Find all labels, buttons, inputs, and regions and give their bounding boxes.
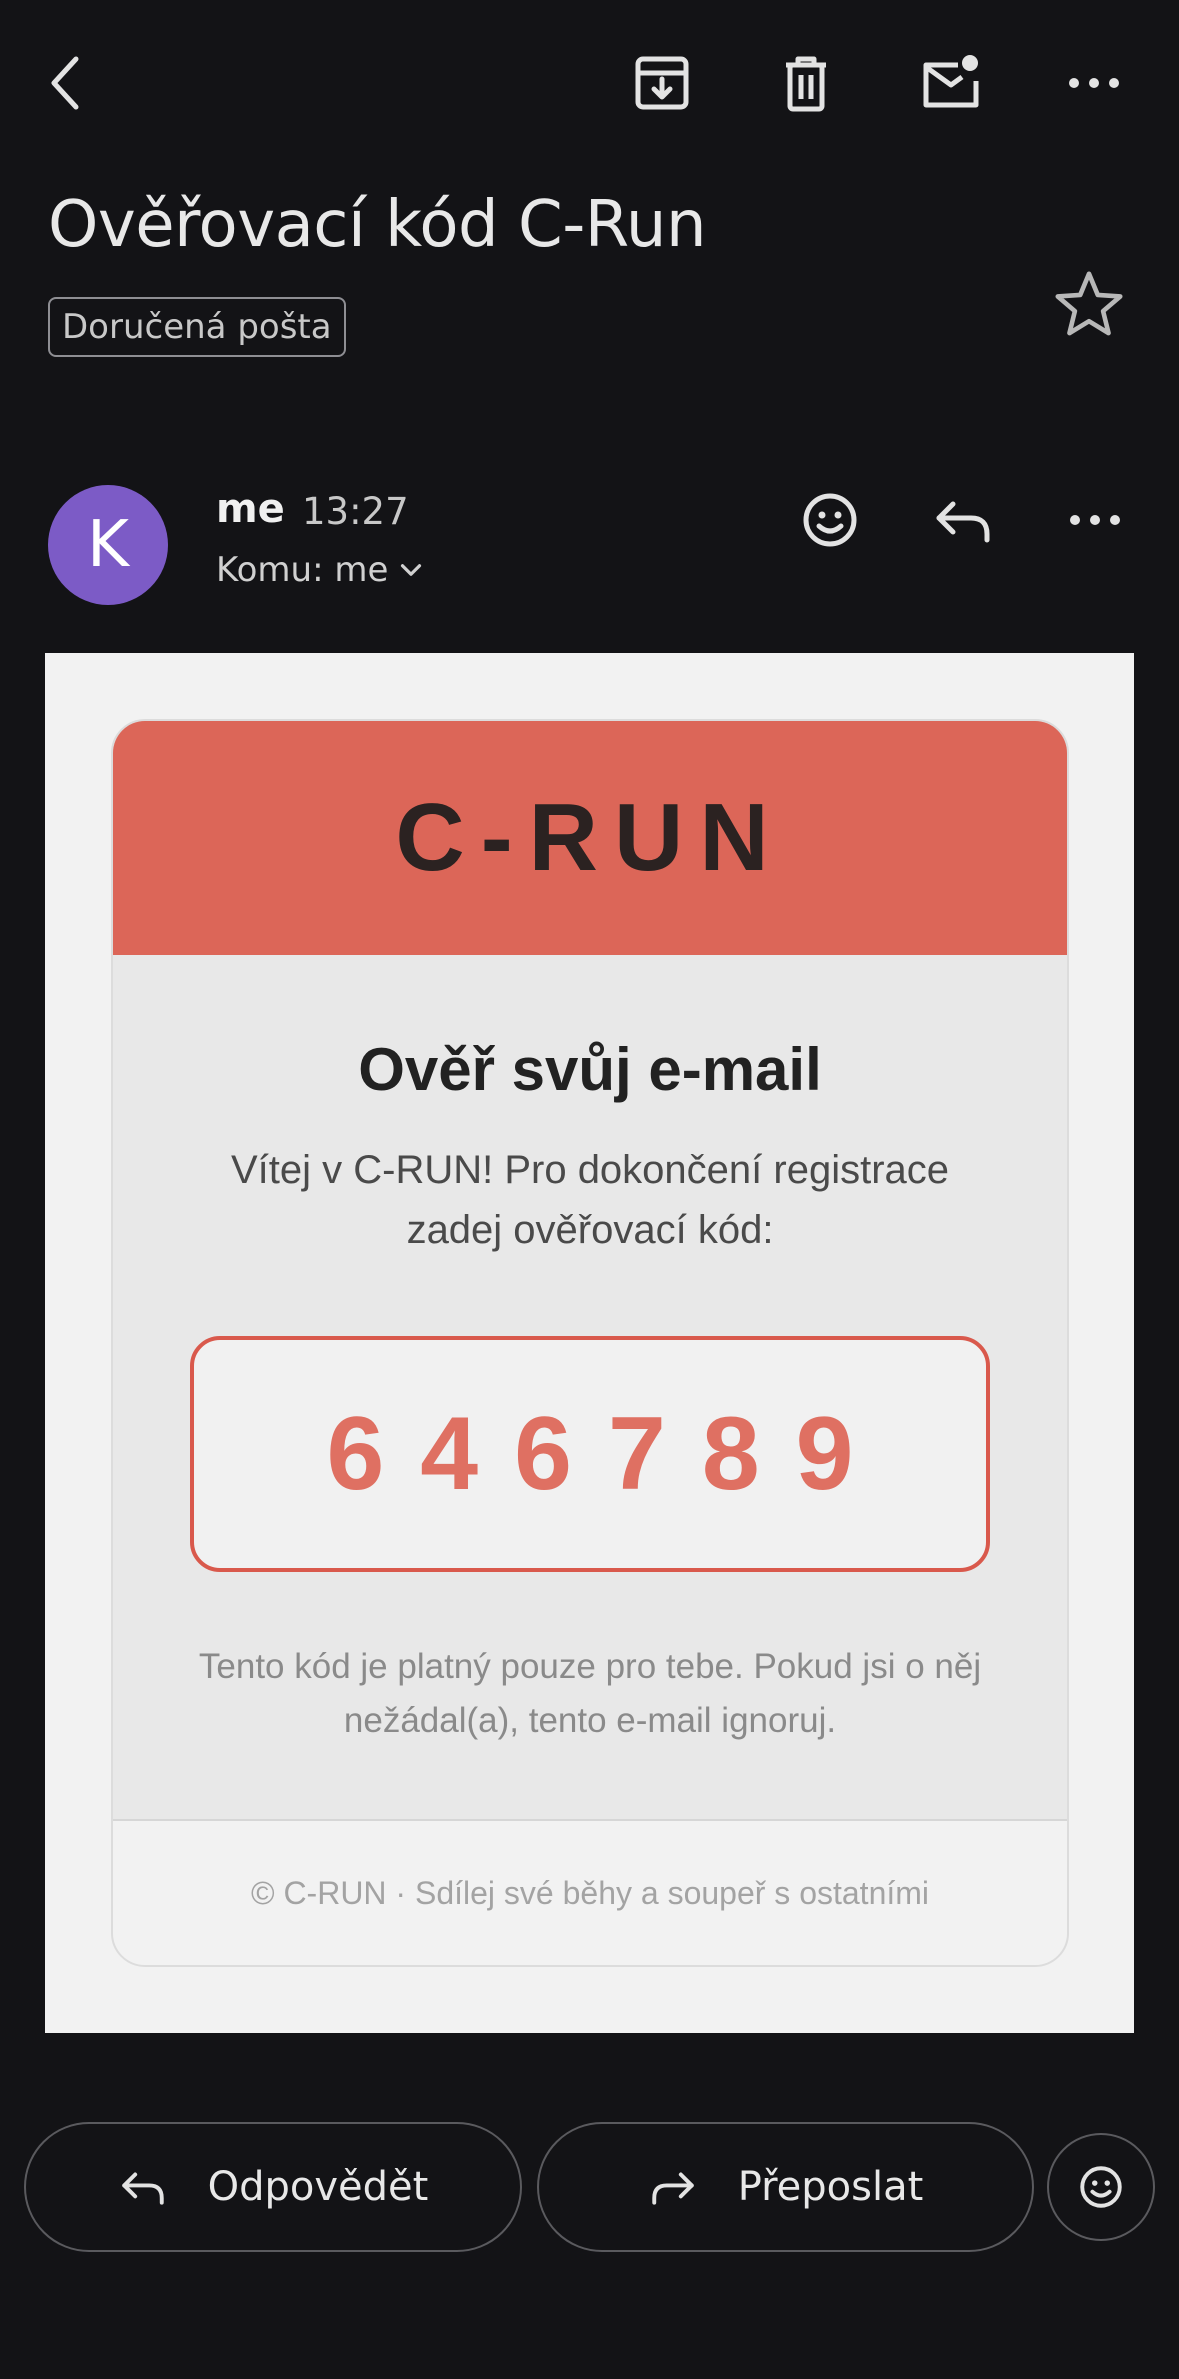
card-heading: Ověř svůj e-mail (358, 1036, 822, 1103)
disclaimer-text: Tento kód je platný pouze pro tebe. Poku… (198, 1647, 982, 1740)
sender-avatar[interactable]: K (48, 485, 168, 605)
inbox-label-chip[interactable]: Doručená pošta (48, 297, 346, 357)
mark-unread-icon (923, 55, 979, 108)
forward-icon (651, 2172, 694, 2205)
forward-label: Přeposlat (737, 2164, 924, 2210)
sender-name: me (216, 486, 285, 532)
toolbar (0, 0, 1179, 170)
email-time: 13:27 (302, 490, 409, 533)
email-body: C-RUN Ověř svůj e-mail Vítej v C-RUN! Pr… (45, 653, 1134, 2033)
emoji-icon (1080, 2166, 1122, 2208)
star-icon[interactable] (1052, 268, 1126, 342)
back-button[interactable] (28, 43, 108, 123)
card-footer: © C-RUN · Sdílej své běhy a soupeř s ost… (113, 1819, 1067, 1965)
recipient-details-toggle[interactable]: Komu: me (216, 550, 428, 590)
reply-label: Odpovědět (207, 2164, 429, 2210)
archive-icon (635, 56, 689, 110)
reply-action-button[interactable]: Odpovědět (24, 2122, 522, 2252)
verification-code: 646789 (326, 1395, 890, 1512)
intro-text: Vítej v C-RUN! Pro dokončení registrace … (230, 1148, 950, 1252)
reply-icon (121, 2172, 164, 2205)
delete-button[interactable] (766, 43, 846, 123)
archive-button[interactable] (622, 43, 702, 123)
card-header: C-RUN (113, 721, 1067, 955)
mark-unread-button[interactable] (910, 43, 990, 123)
back-arrow-icon (51, 56, 79, 110)
brand-logo-text: C-RUN (395, 784, 785, 891)
reply-icon (936, 501, 990, 543)
emoji-icon (803, 493, 857, 547)
forward-action-button[interactable]: Přeposlat (537, 2122, 1034, 2252)
more-options-button[interactable] (1054, 43, 1134, 123)
trash-icon (786, 56, 826, 112)
react-button[interactable] (785, 480, 875, 560)
email-subject: Ověřovací kód C-Run (48, 188, 707, 262)
more-horizontal-icon (1070, 515, 1120, 525)
reply-button[interactable] (918, 480, 1008, 560)
message-more-button[interactable] (1050, 480, 1140, 560)
verification-code-box: 646789 (190, 1336, 990, 1572)
recipient-label: Komu: me (216, 550, 389, 590)
emoji-reaction-button[interactable] (1047, 2133, 1155, 2241)
more-horizontal-icon (1069, 78, 1119, 88)
verification-card: C-RUN Ověř svůj e-mail Vítej v C-RUN! Pr… (111, 719, 1069, 1967)
chevron-down-icon (401, 564, 422, 576)
